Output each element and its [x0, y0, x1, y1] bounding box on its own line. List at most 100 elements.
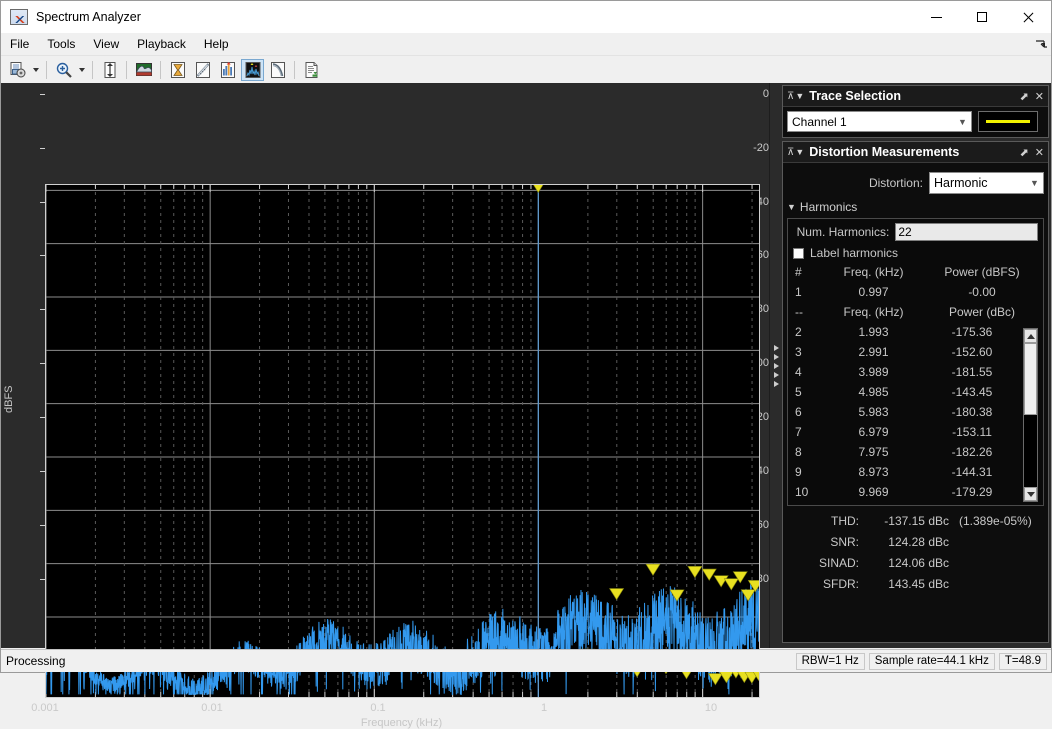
print-dropdown-arrow-icon[interactable] — [30, 59, 42, 81]
harmonic-frequency: 6.979 — [858, 425, 889, 439]
num-harmonics-input[interactable]: 22 — [895, 223, 1038, 241]
chevron-down-icon[interactable]: ▼ — [795, 147, 804, 157]
print-settings-icon[interactable] — [6, 59, 29, 81]
chevron-down-icon: ▼ — [1030, 178, 1039, 188]
table-row[interactable]: 6 5.983 -180.38 — [793, 402, 1018, 422]
summary-row: SNR: 124.28 dBc — [787, 532, 1044, 553]
close-button[interactable] — [1005, 1, 1051, 33]
channel-select-value: Channel 1 — [792, 114, 847, 129]
table-row[interactable]: 7 6.979 -153.11 — [793, 422, 1018, 442]
harmonic-power: -182.26 — [951, 445, 993, 459]
chevron-down-icon[interactable]: ▼ — [795, 91, 804, 101]
zoom-dropdown-arrow-icon[interactable] — [76, 59, 88, 81]
close-icon — [1023, 12, 1034, 23]
peak-finder-icon[interactable] — [216, 59, 239, 81]
x-tick-0.01: 0.01 — [201, 702, 223, 714]
summary-label: SINAD: — [818, 556, 859, 570]
table-row[interactable]: 8 7.975 -182.26 — [793, 442, 1018, 462]
harmonic-index: 6 — [795, 405, 802, 419]
scroll-down-arrow-icon[interactable] — [1024, 487, 1037, 501]
menu-playback[interactable]: Playback — [128, 34, 195, 54]
toolbar-separator — [126, 60, 127, 79]
harmonic-frequency: 9.969 — [858, 485, 889, 499]
num-harmonics-label: Num. Harmonics: — [796, 225, 890, 239]
maximize-icon — [977, 12, 987, 22]
menu-tools[interactable]: Tools — [38, 34, 84, 54]
trace-selection-body: Channel 1 ▼ — [783, 107, 1048, 137]
distortion-summary: THD: -137.15 dBc (1.389e-05%) SNR: 124.28 dB… — [787, 511, 1044, 595]
undock-icon[interactable]: ⬈ — [1020, 146, 1029, 159]
undock-icon[interactable]: ⬈ — [1020, 90, 1029, 103]
header-power-dbc: Power (dBc) — [948, 305, 1016, 319]
table-row[interactable]: 5 4.985 -143.45 — [793, 382, 1018, 402]
chevron-down-icon: ▼ — [787, 202, 796, 212]
summary-row: SINAD: 124.06 dBc — [787, 553, 1044, 574]
menu-view[interactable]: View — [84, 34, 128, 54]
label-harmonics-checkbox[interactable] — [793, 247, 804, 259]
harmonics-section-title: Harmonics — [799, 200, 858, 214]
harmonics-scroll-area[interactable]: 2 1.993 -175.36 3 2.991 -152.60 4 3.989 -181.55 5… — [793, 322, 1038, 502]
distortion-measurements-icon[interactable] — [241, 58, 264, 81]
pin-icon[interactable]: ⊼ — [787, 91, 794, 102]
ccdf-icon[interactable] — [266, 59, 289, 81]
x-tick-0.1: 0.1 — [370, 702, 386, 714]
harmonic-frequency: 4.985 — [858, 385, 889, 399]
table-row[interactable]: 9 8.973 -144.31 — [793, 462, 1018, 482]
scroll-up-arrow-icon[interactable] — [1024, 329, 1037, 343]
distortion-body: Distortion: Harmonic ▼ ▼ Harmonics Num. … — [783, 163, 1048, 642]
pin-icon[interactable]: ⊼ — [787, 147, 794, 158]
toolbar-separator — [46, 60, 47, 79]
generate-script-icon[interactable] — [300, 59, 323, 81]
fundamental-freq: 0.997 — [858, 285, 889, 299]
panel-resize-handle[interactable] — [769, 83, 782, 648]
table-row[interactable]: 10 9.969 -179.29 — [793, 482, 1018, 502]
scrollbar-thumb[interactable] — [1024, 343, 1037, 415]
close-icon[interactable]: ✕ — [1035, 146, 1044, 159]
trace-selection-titlebar: ⊼ ▼ Trace Selection ⬈ ✕ — [783, 86, 1048, 107]
harmonic-frequency: 5.983 — [858, 405, 889, 419]
distortion-titlebar: ⊼ ▼ Distortion Measurements ⬈ ✕ — [783, 142, 1048, 163]
header-index: # — [795, 265, 802, 279]
harmonic-index: 3 — [795, 345, 802, 359]
window-controls — [913, 1, 1051, 33]
toolbar-separator — [294, 60, 295, 79]
scale-axes-limits-icon[interactable] — [98, 59, 121, 81]
table-row[interactable]: 4 3.989 -181.55 — [793, 362, 1018, 382]
trace-color-swatch[interactable] — [978, 111, 1038, 132]
table-row[interactable]: 2 1.993 -175.36 — [793, 322, 1018, 342]
menu-overflow-arrow-icon[interactable] — [1031, 35, 1049, 53]
label-harmonics-label: Label harmonics — [810, 246, 899, 260]
table-row[interactable]: 3 2.991 -152.60 — [793, 342, 1018, 362]
trace-selection-row: Channel 1 ▼ — [787, 111, 1044, 132]
harmonic-index: 10 — [795, 485, 809, 499]
minimize-button[interactable] — [913, 1, 959, 33]
harmonic-power: -152.60 — [951, 345, 993, 359]
summary-value: 124.28 dBc — [888, 535, 949, 549]
close-icon[interactable]: ✕ — [1035, 90, 1044, 103]
harmonics-section-header[interactable]: ▼ Harmonics — [787, 200, 1044, 214]
maximize-button[interactable] — [959, 1, 1005, 33]
channel-select[interactable]: Channel 1 ▼ — [787, 111, 972, 132]
spectrogram-icon[interactable] — [132, 59, 155, 81]
spectral-mask-icon[interactable] — [166, 59, 189, 81]
harmonic-index: 5 — [795, 385, 802, 399]
measurements-cursor-icon[interactable] — [191, 59, 214, 81]
harmonics-scrollbar[interactable] — [1023, 328, 1038, 502]
label-harmonics-row[interactable]: Label harmonics — [793, 246, 1038, 260]
distortion-type-select[interactable]: Harmonic ▼ — [929, 172, 1044, 194]
menu-file[interactable]: File — [1, 34, 38, 54]
trace-selection-panel: ⊼ ▼ Trace Selection ⬈ ✕ Channel 1 ▼ — [782, 85, 1049, 138]
minimize-icon — [930, 16, 942, 18]
header-frequency: Freq. (kHz) — [843, 265, 904, 279]
menu-help[interactable]: Help — [195, 34, 238, 54]
harmonics-table: 2 1.993 -175.36 3 2.991 -152.60 4 3.989 -181.55 5… — [793, 322, 1018, 502]
spectrum-plot[interactable]: dBFS 0 -20 -40 -60 -80 -100 -120 -140 -1… — [1, 83, 769, 729]
harmonic-frequency: 2.991 — [858, 345, 889, 359]
distortion-type-row: Distortion: Harmonic ▼ — [787, 172, 1044, 194]
status-sample-rate: Sample rate=44.1 kHz — [868, 652, 995, 670]
harmonics-header-dbc: -- Freq. (kHz) Power (dBc) — [793, 302, 1038, 322]
zoom-in-icon[interactable] — [52, 59, 75, 81]
summary-value: -137.15 dBc — [884, 514, 949, 528]
spectrum-trace-canvas[interactable] — [45, 184, 760, 698]
main-area: dBFS 0 -20 -40 -60 -80 -100 -120 -140 -1… — [1, 83, 1051, 729]
